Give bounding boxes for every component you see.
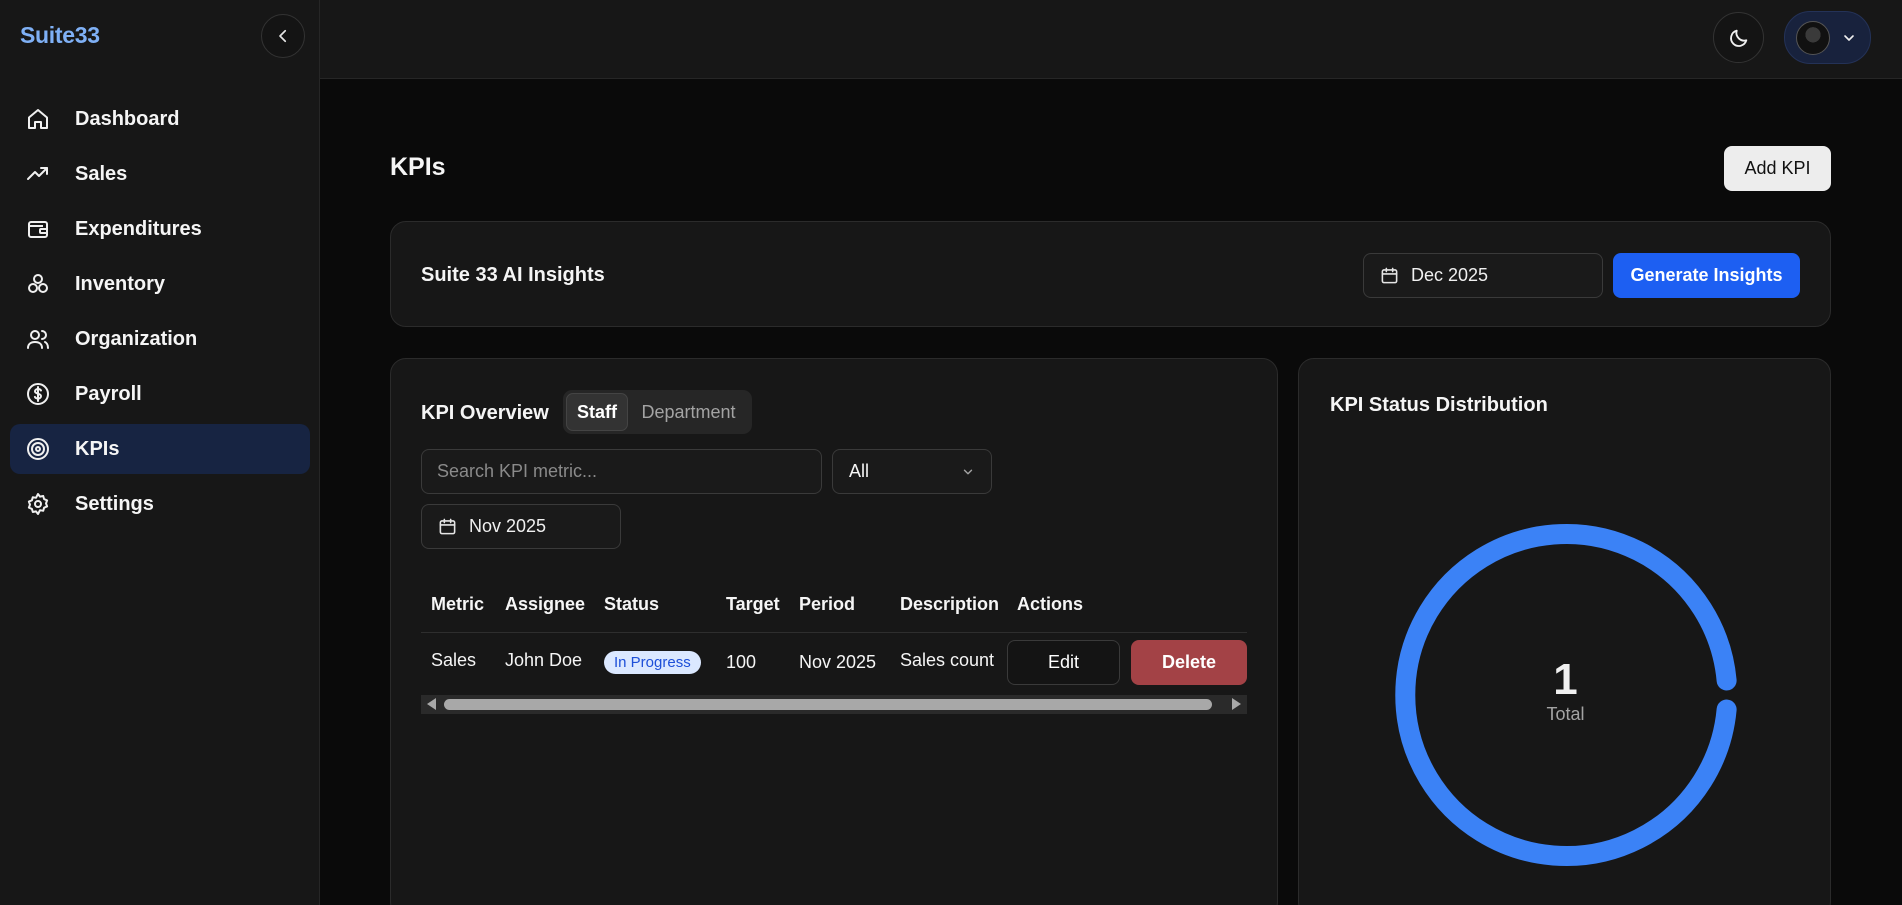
scroll-right-arrow-icon[interactable] xyxy=(1232,698,1241,710)
home-icon xyxy=(25,106,51,132)
overview-month-picker[interactable]: Nov 2025 xyxy=(421,504,621,549)
sidebar: Suite33 Dashboard Sales Expenditures Inv… xyxy=(0,0,320,905)
status-filter-value: All xyxy=(849,461,870,481)
calendar-icon xyxy=(1380,266,1399,285)
top-bar xyxy=(320,0,1902,79)
sidebar-nav: Dashboard Sales Expenditures Inventory O… xyxy=(10,94,310,534)
donut-total-value: 1 xyxy=(1553,655,1578,704)
cell-description: Sales count xyxy=(900,650,995,670)
sidebar-item-label: Organization xyxy=(75,327,198,350)
sidebar-item-dashboard[interactable]: Dashboard xyxy=(10,94,310,144)
sidebar-item-label: Settings xyxy=(75,492,154,515)
chevron-left-icon xyxy=(279,29,287,43)
kpi-table: Metric Assignee Status Target Period Des… xyxy=(421,579,1247,706)
user-menu-button[interactable] xyxy=(1784,11,1871,64)
table-divider xyxy=(421,632,1247,633)
tab-department[interactable]: Department xyxy=(628,393,749,431)
overview-tabs: Staff Department xyxy=(563,390,752,434)
insights-month-picker[interactable]: Dec 2025 xyxy=(1363,253,1603,298)
tab-staff[interactable]: Staff xyxy=(566,393,628,431)
sidebar-item-kpis[interactable]: KPIs xyxy=(10,424,310,474)
column-header-period: Period xyxy=(799,594,856,614)
distribution-title: KPI Status Distribution xyxy=(1330,394,1548,416)
column-header-description: Description xyxy=(900,594,1000,614)
column-header-status: Status xyxy=(604,594,660,614)
avatar xyxy=(1796,20,1830,55)
column-header-target: Target xyxy=(726,594,780,614)
moon-icon xyxy=(1729,29,1747,47)
scroll-left-arrow-icon[interactable] xyxy=(427,698,436,710)
overview-date-value: Nov 2025 xyxy=(469,516,547,536)
sidebar-item-organization[interactable]: Organization xyxy=(10,314,310,364)
users-icon xyxy=(25,326,51,352)
delete-button[interactable]: Delete xyxy=(1131,640,1247,685)
sidebar-item-expenditures[interactable]: Expenditures xyxy=(10,204,310,254)
calendar-icon xyxy=(438,517,457,536)
boxes-icon xyxy=(25,271,51,297)
edit-button[interactable]: Edit xyxy=(1007,640,1120,685)
kpi-overview-title: KPI Overview xyxy=(421,402,549,424)
status-badge: In Progress xyxy=(604,651,701,674)
insights-date-value: Dec 2025 xyxy=(1411,265,1489,285)
ai-insights-card: Suite 33 AI Insights Dec 2025 Generate I… xyxy=(390,221,1831,327)
cell-metric: Sales xyxy=(431,650,477,670)
sidebar-item-label: Expenditures xyxy=(75,217,202,240)
kpi-overview-card: KPI Overview Staff Department All Nov 20… xyxy=(390,358,1278,905)
table-horizontal-scrollbar[interactable] xyxy=(421,695,1247,714)
dollar-circle-icon xyxy=(25,381,51,407)
collapse-sidebar-button[interactable] xyxy=(261,14,305,58)
sidebar-item-payroll[interactable]: Payroll xyxy=(10,369,310,419)
sidebar-item-inventory[interactable]: Inventory xyxy=(10,259,310,309)
chevron-down-icon xyxy=(1844,34,1854,41)
theme-toggle-button[interactable] xyxy=(1713,12,1764,63)
page-title: KPIs xyxy=(390,153,446,181)
column-header-metric: Metric xyxy=(431,594,485,614)
generate-insights-button[interactable]: Generate Insights xyxy=(1613,253,1800,298)
cell-period: Nov 2025 xyxy=(799,652,877,672)
column-header-assignee: Assignee xyxy=(505,594,586,614)
search-input[interactable] xyxy=(421,449,822,494)
cell-target: 100 xyxy=(726,652,757,672)
trending-up-icon xyxy=(25,161,51,187)
target-icon xyxy=(25,436,51,462)
donut-total-label: Total xyxy=(1546,704,1585,724)
gear-icon xyxy=(25,491,51,517)
sidebar-item-label: Payroll xyxy=(75,382,142,405)
scrollbar-thumb[interactable] xyxy=(444,699,1212,710)
sidebar-item-settings[interactable]: Settings xyxy=(10,479,310,529)
sidebar-item-label: Inventory xyxy=(75,272,166,295)
kpi-status-distribution-card: KPI Status Distribution 1 Total xyxy=(1298,358,1831,905)
brand-logo[interactable]: Suite33 xyxy=(20,22,100,49)
status-filter-select[interactable]: All xyxy=(832,449,992,494)
cell-assignee: John Doe xyxy=(505,650,583,670)
column-header-actions: Actions xyxy=(1017,594,1084,614)
sidebar-item-sales[interactable]: Sales xyxy=(10,149,310,199)
insights-title: Suite 33 AI Insights xyxy=(421,264,605,286)
chevron-down-icon xyxy=(963,469,973,474)
sidebar-item-label: Dashboard xyxy=(75,107,180,130)
sidebar-item-label: Sales xyxy=(75,162,128,185)
add-kpi-button[interactable]: Add KPI xyxy=(1724,146,1831,191)
wallet-icon xyxy=(25,216,51,242)
sidebar-item-label: KPIs xyxy=(75,437,120,460)
